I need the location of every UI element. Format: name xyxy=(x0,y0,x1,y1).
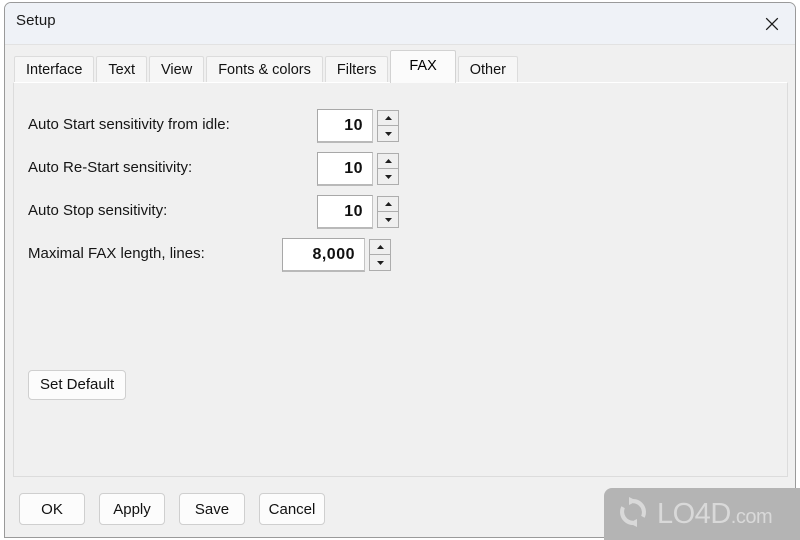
watermark-name: LO4D xyxy=(657,497,731,530)
form-row: Maximal FAX length, lines: 8,000 xyxy=(14,238,787,272)
tab-fax[interactable]: FAX xyxy=(390,50,456,83)
tab-view[interactable]: View xyxy=(149,56,205,83)
tab-fonts-and-colors[interactable]: Fonts & colors xyxy=(206,56,323,83)
stepper-up-icon[interactable] xyxy=(377,153,399,169)
tab-interface[interactable]: Interface xyxy=(14,56,95,83)
title-bar: Setup xyxy=(5,3,795,45)
auto-stop-sensitivity-input[interactable]: 10 xyxy=(317,195,373,229)
stepper-down-icon[interactable] xyxy=(377,212,399,228)
auto-restart-sensitivity-input[interactable]: 10 xyxy=(317,152,373,186)
tab-list: Interface Text View Fonts & colors Filte… xyxy=(14,50,520,83)
watermark-label: LO4D.com xyxy=(657,497,773,531)
auto-start-sensitivity-input[interactable]: 10 xyxy=(317,109,373,143)
window-title: Setup xyxy=(16,12,56,29)
tab-other[interactable]: Other xyxy=(457,56,519,83)
stepper-buttons xyxy=(377,195,399,229)
ok-button[interactable]: OK xyxy=(19,493,85,525)
maximal-fax-length-label: Maximal FAX length, lines: xyxy=(28,245,205,262)
auto-restart-sensitivity-stepper[interactable]: 10 xyxy=(317,152,399,186)
stepper-buttons xyxy=(377,152,399,186)
apply-button[interactable]: Apply xyxy=(99,493,165,525)
tab-filters[interactable]: Filters xyxy=(324,56,389,83)
stepper-down-icon[interactable] xyxy=(369,255,391,271)
auto-stop-sensitivity-stepper[interactable]: 10 xyxy=(317,195,399,229)
watermark-suffix: .com xyxy=(730,505,773,528)
stepper-buttons xyxy=(377,109,399,143)
save-button[interactable]: Save xyxy=(179,493,245,525)
tab-strip: Interface Text View Fonts & colors Filte… xyxy=(5,45,795,83)
stepper-down-icon[interactable] xyxy=(377,126,399,142)
refresh-arrows-icon xyxy=(616,495,650,534)
set-default-button[interactable]: Set Default xyxy=(28,370,127,400)
auto-start-sensitivity-stepper[interactable]: 10 xyxy=(317,109,399,143)
form-row: Auto Start sensitivity from idle: 10 xyxy=(14,109,787,143)
form-row: Auto Stop sensitivity: 10 xyxy=(14,195,787,229)
lo4d-watermark: LO4D.com xyxy=(604,488,800,540)
stepper-down-icon[interactable] xyxy=(377,169,399,185)
stepper-up-icon[interactable] xyxy=(377,196,399,212)
footer-button-group: OK Apply Save Cancel xyxy=(19,493,339,525)
form-row: Auto Re-Start sensitivity: 10 xyxy=(14,152,787,186)
cancel-button[interactable]: Cancel xyxy=(259,493,325,525)
tab-text[interactable]: Text xyxy=(96,56,148,83)
fax-settings-panel: Auto Start sensitivity from idle: 10 Aut… xyxy=(13,82,788,477)
auto-start-sensitivity-label: Auto Start sensitivity from idle: xyxy=(28,116,230,133)
auto-restart-sensitivity-label: Auto Re-Start sensitivity: xyxy=(28,159,193,176)
auto-stop-sensitivity-label: Auto Stop sensitivity: xyxy=(28,202,168,219)
maximal-fax-length-stepper[interactable]: 8,000 xyxy=(282,238,391,272)
close-icon[interactable] xyxy=(749,3,795,44)
stepper-buttons xyxy=(369,238,391,272)
stepper-up-icon[interactable] xyxy=(377,110,399,126)
maximal-fax-length-input[interactable]: 8,000 xyxy=(282,238,365,272)
setup-dialog-window: Setup Interface Text View Fonts & colors… xyxy=(4,2,796,538)
stepper-up-icon[interactable] xyxy=(369,239,391,255)
